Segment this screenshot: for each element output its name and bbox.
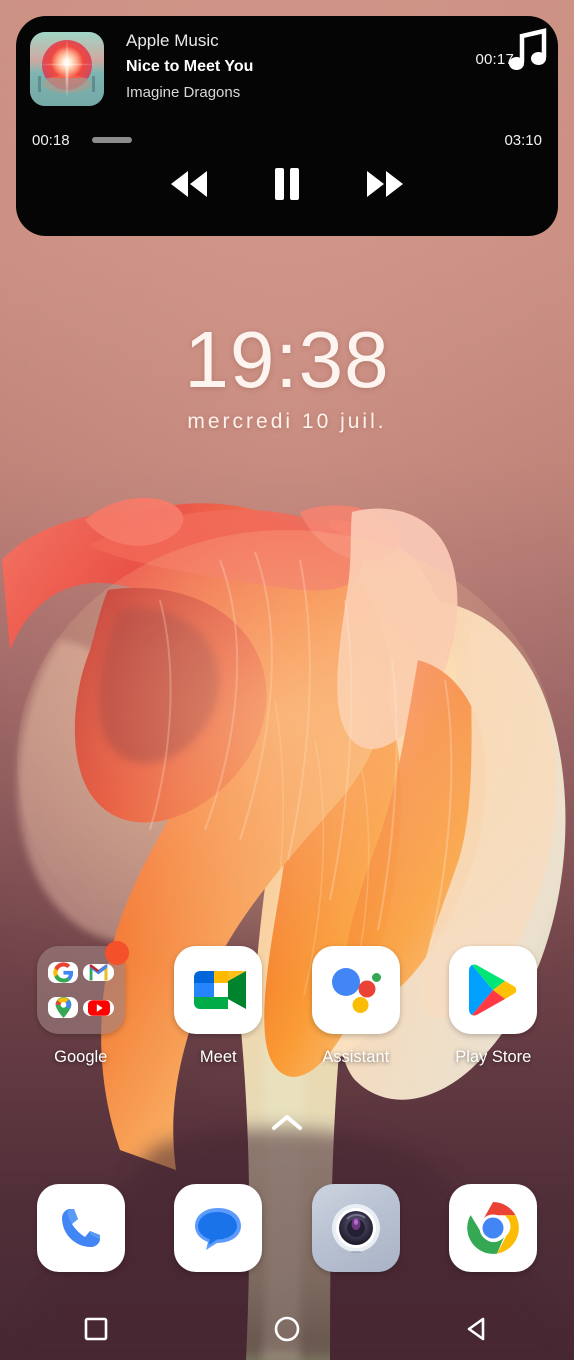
app-item-play-store[interactable]: Play Store (434, 946, 552, 1067)
pause-button[interactable] (264, 164, 310, 204)
chevron-up-icon[interactable] (270, 1112, 304, 1139)
app-label: Assistant (322, 1048, 390, 1066)
dock-item-phone[interactable] (22, 1184, 140, 1272)
app-item-meet[interactable]: Meet (159, 946, 277, 1067)
app-drawer-handle[interactable] (0, 1112, 574, 1139)
album-art-sunset-icon (30, 32, 104, 106)
gmail-icon (83, 963, 114, 981)
clock-widget[interactable]: 19:38 mercredi 10 juil. (0, 318, 574, 434)
dock-item-camera[interactable] (297, 1184, 415, 1272)
messages-icon[interactable] (174, 1184, 263, 1272)
media-player-widget[interactable]: Apple Music Nice to Meet You Imagine Dra… (16, 16, 558, 236)
media-progress-row[interactable]: 00:18 03:10 (16, 124, 558, 156)
camera-icon[interactable] (311, 1184, 400, 1272)
media-artist-name: Imagine Dragons (126, 84, 241, 101)
music-note-icon (508, 28, 548, 79)
clock-time: 19:38 (184, 315, 390, 404)
dock (0, 1184, 574, 1272)
media-text-block: Apple Music Nice to Meet You Imagine Dra… (126, 28, 438, 105)
circle-home-icon[interactable] (191, 1298, 382, 1360)
google-g-icon (47, 961, 79, 983)
app-label: Google (54, 1048, 108, 1066)
media-progress-slider[interactable] (92, 137, 488, 143)
media-progress-fill (92, 137, 132, 143)
app-label: Meet (199, 1048, 237, 1066)
dock-item-chrome[interactable] (434, 1184, 552, 1272)
dock-item-messages[interactable] (159, 1184, 277, 1272)
media-controls-row (16, 164, 558, 204)
google-play-store-icon[interactable] (449, 946, 538, 1034)
chrome-icon[interactable] (449, 1184, 538, 1272)
google-folder-icon[interactable] (36, 941, 129, 1034)
triangle-back-icon[interactable] (383, 1298, 574, 1360)
app-grid: Google Meet Assistant Play Store (0, 941, 574, 1067)
media-track-title: Nice to Meet You (126, 58, 254, 75)
phone-icon[interactable] (36, 1184, 125, 1272)
google-maps-icon (47, 997, 79, 1019)
media-info-row: Apple Music Nice to Meet You Imagine Dra… (16, 16, 558, 124)
media-remaining-block: 00:17 (475, 28, 548, 79)
app-item-google-folder[interactable]: Google (22, 941, 140, 1067)
rewind-button[interactable] (166, 164, 212, 204)
notification-badge (104, 941, 129, 965)
media-app-name: Apple Music (126, 31, 219, 50)
media-time-elapsed: 00:18 (32, 131, 70, 149)
fast-forward-button[interactable] (362, 164, 408, 204)
google-meet-icon[interactable] (174, 946, 263, 1034)
navigation-bar (0, 1298, 574, 1360)
square-recents-icon[interactable] (0, 1298, 191, 1360)
app-label: Play Store (455, 1048, 532, 1066)
google-assistant-icon[interactable] (311, 946, 400, 1034)
clock-date: mercredi 10 juil. (187, 410, 387, 433)
app-item-assistant[interactable]: Assistant (297, 946, 415, 1067)
media-time-total: 03:10 (504, 131, 542, 149)
youtube-icon (83, 999, 114, 1016)
